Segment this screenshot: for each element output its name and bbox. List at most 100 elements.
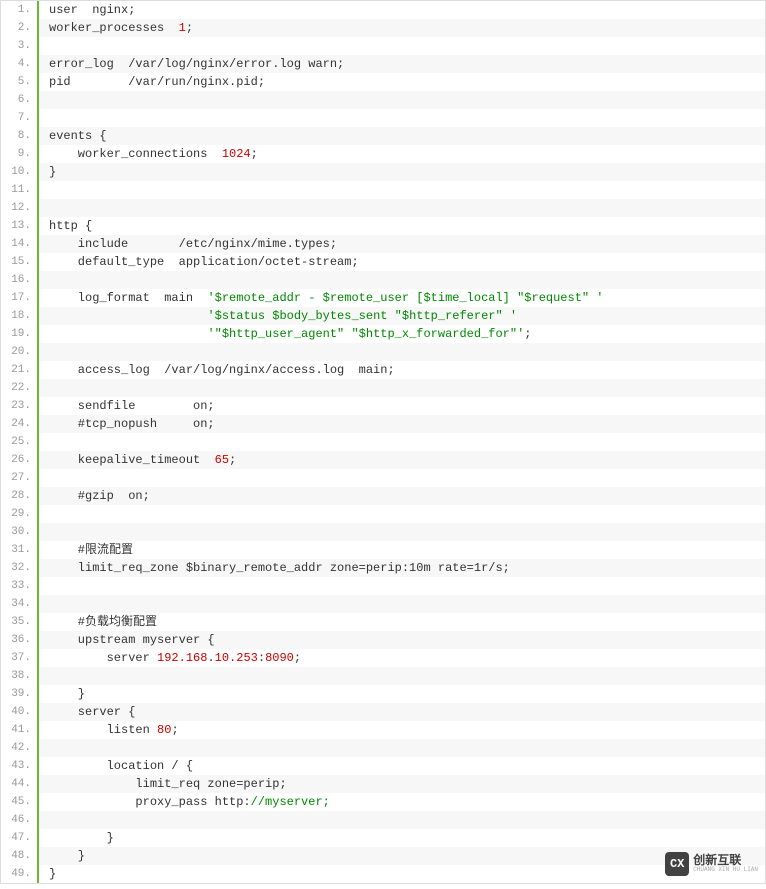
code-line[interactable]: } [39, 685, 765, 703]
code-line[interactable]: server 192.168.10.253:8090; [39, 649, 765, 667]
line-number: 21. [1, 361, 37, 379]
line-number: 32. [1, 559, 37, 577]
code-token: 192.168 [157, 651, 207, 665]
line-number: 48. [1, 847, 37, 865]
code-line[interactable]: http { [39, 217, 765, 235]
code-token: default_type application/octet-stream; [49, 255, 359, 269]
line-number: 37. [1, 649, 37, 667]
line-number: 47. [1, 829, 37, 847]
line-number: 41. [1, 721, 37, 739]
code-token: user nginx; [49, 3, 135, 17]
code-line[interactable] [39, 379, 765, 397]
code-line[interactable] [39, 109, 765, 127]
code-line[interactable] [39, 199, 765, 217]
code-token: server { [49, 705, 135, 719]
code-token: ; [229, 453, 236, 467]
line-number: 16. [1, 271, 37, 289]
code-line[interactable]: #限流配置 [39, 541, 765, 559]
code-line[interactable] [39, 595, 765, 613]
code-line[interactable] [39, 811, 765, 829]
code-token: access_log /var/log/nginx/access.log mai… [49, 363, 395, 377]
code-line[interactable]: sendfile on; [39, 397, 765, 415]
code-token: 1 [179, 21, 186, 35]
line-number: 3. [1, 37, 37, 55]
code-line[interactable] [39, 91, 765, 109]
code-line[interactable]: pid /var/run/nginx.pid; [39, 73, 765, 91]
code-token: ; [251, 147, 258, 161]
code-line[interactable]: default_type application/octet-stream; [39, 253, 765, 271]
code-line[interactable]: '$status $body_bytes_sent "$http_referer… [39, 307, 765, 325]
line-number: 33. [1, 577, 37, 595]
code-line[interactable] [39, 181, 765, 199]
code-token: pid /var/run/nginx.pid; [49, 75, 265, 89]
code-token: location / { [49, 759, 193, 773]
code-token: 8090 [265, 651, 294, 665]
code-editor: 1.2.3.4.5.6.7.8.9.10.11.12.13.14.15.16.1… [0, 0, 766, 884]
code-token: worker_connections [49, 147, 222, 161]
code-line[interactable]: user nginx; [39, 1, 765, 19]
code-token [49, 309, 207, 323]
code-line[interactable]: '"$http_user_agent" "$http_x_forwarded_f… [39, 325, 765, 343]
code-line[interactable] [39, 469, 765, 487]
code-line[interactable]: } [39, 865, 765, 883]
code-line[interactable]: location / { [39, 757, 765, 775]
code-line[interactable] [39, 271, 765, 289]
line-number: 43. [1, 757, 37, 775]
code-token: } [49, 687, 85, 701]
code-line[interactable] [39, 343, 765, 361]
code-line[interactable]: upstream myserver { [39, 631, 765, 649]
code-token: error_log /var/log/nginx/error.log warn; [49, 57, 344, 71]
line-number: 24. [1, 415, 37, 433]
line-number: 31. [1, 541, 37, 559]
code-line[interactable]: proxy_pass http://myserver; [39, 793, 765, 811]
code-token: '"$http_user_agent" "$http_x_forwarded_f… [207, 327, 524, 341]
code-line[interactable] [39, 667, 765, 685]
code-line[interactable]: #负载均衡配置 [39, 613, 765, 631]
code-line[interactable]: server { [39, 703, 765, 721]
code-token: log_format main [49, 291, 207, 305]
code-content-area[interactable]: user nginx; worker_processes 1; error_log … [39, 1, 765, 883]
code-line[interactable]: #tcp_nopush on; [39, 415, 765, 433]
line-number: 25. [1, 433, 37, 451]
code-line[interactable]: worker_connections 1024; [39, 145, 765, 163]
code-line[interactable]: } [39, 847, 765, 865]
code-token: server [49, 651, 157, 665]
code-line[interactable] [39, 433, 765, 451]
line-number: 27. [1, 469, 37, 487]
code-line[interactable] [39, 37, 765, 55]
code-token: 1024 [222, 147, 251, 161]
code-token: #gzip on; [49, 489, 150, 503]
code-line[interactable] [39, 505, 765, 523]
code-token: limit_req_zone $binary_remote_addr zone=… [49, 561, 510, 575]
line-number: 4. [1, 55, 37, 73]
code-line[interactable]: access_log /var/log/nginx/access.log mai… [39, 361, 765, 379]
code-line[interactable] [39, 577, 765, 595]
code-line[interactable]: } [39, 163, 765, 181]
code-line[interactable]: #gzip on; [39, 487, 765, 505]
code-token: } [49, 165, 56, 179]
line-number: 8. [1, 127, 37, 145]
code-line[interactable]: } [39, 829, 765, 847]
line-number: 22. [1, 379, 37, 397]
code-line[interactable]: listen 80; [39, 721, 765, 739]
code-token: //myserver; [251, 795, 330, 809]
code-line[interactable] [39, 739, 765, 757]
line-number: 38. [1, 667, 37, 685]
watermark-subtext: CHUANG XIN HU LIAN [693, 867, 758, 873]
code-line[interactable] [39, 523, 765, 541]
line-number: 29. [1, 505, 37, 523]
code-line[interactable]: worker_processes 1; [39, 19, 765, 37]
code-line[interactable]: log_format main '$remote_addr - $remote_… [39, 289, 765, 307]
code-line[interactable]: limit_req_zone $binary_remote_addr zone=… [39, 559, 765, 577]
code-line[interactable]: events { [39, 127, 765, 145]
line-number-gutter: 1.2.3.4.5.6.7.8.9.10.11.12.13.14.15.16.1… [1, 1, 39, 883]
line-number: 23. [1, 397, 37, 415]
code-token: upstream myserver { [49, 633, 215, 647]
code-line[interactable]: limit_req zone=perip; [39, 775, 765, 793]
code-line[interactable]: keepalive_timeout 65; [39, 451, 765, 469]
line-number: 20. [1, 343, 37, 361]
line-number: 28. [1, 487, 37, 505]
line-number: 10. [1, 163, 37, 181]
code-line[interactable]: error_log /var/log/nginx/error.log warn; [39, 55, 765, 73]
code-line[interactable]: include /etc/nginx/mime.types; [39, 235, 765, 253]
